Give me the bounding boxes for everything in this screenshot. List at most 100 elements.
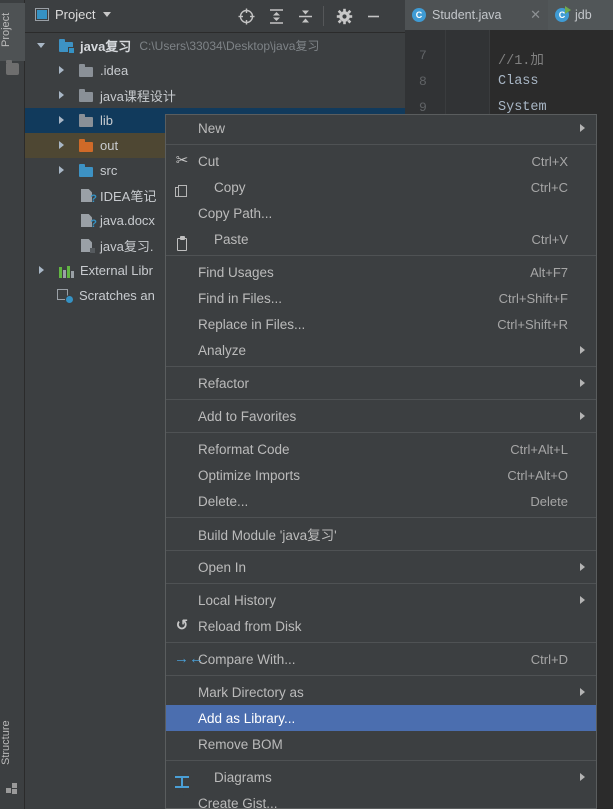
menu-item-label: Open In bbox=[198, 560, 246, 575]
menu-separator bbox=[166, 399, 596, 400]
github-icon bbox=[174, 796, 190, 809]
archive-file-icon bbox=[81, 238, 94, 253]
menu-item-open-in[interactable]: Open In bbox=[166, 554, 596, 580]
folder-icon bbox=[79, 90, 94, 102]
editor-tab-label: Student.java bbox=[432, 8, 502, 22]
menu-item-label: Find Usages bbox=[198, 265, 274, 280]
diagram-icon bbox=[174, 774, 190, 790]
menu-item-find-usages[interactable]: Find Usages Alt+F7 bbox=[166, 259, 596, 285]
menu-item-delete[interactable]: Delete... Delete bbox=[166, 488, 596, 514]
code-line: Class bbox=[498, 74, 539, 89]
menu-item-replace-in-files[interactable]: Replace in Files... Ctrl+Shift+R bbox=[166, 311, 596, 337]
library-icon bbox=[59, 264, 74, 278]
expand-all-icon[interactable] bbox=[268, 8, 285, 25]
menu-item-analyze[interactable]: Analyze bbox=[166, 337, 596, 363]
tree-node-label: Scratches an bbox=[79, 288, 155, 303]
submenu-arrow-icon bbox=[580, 379, 585, 387]
submenu-arrow-icon bbox=[580, 346, 585, 354]
close-icon[interactable]: ✕ bbox=[530, 7, 541, 23]
editor-tab-student-java[interactable]: C Student.java ✕ bbox=[405, 0, 548, 30]
menu-item-shortcut: Delete bbox=[530, 494, 568, 509]
chevron-right-icon[interactable] bbox=[57, 116, 66, 125]
tool-window-tab-project[interactable]: Project bbox=[0, 3, 25, 61]
menu-item-find-in-files[interactable]: Find in Files... Ctrl+Shift+F bbox=[166, 285, 596, 311]
source-folder-icon bbox=[79, 165, 94, 177]
menu-item-shortcut: Ctrl+V bbox=[532, 232, 568, 247]
menu-separator bbox=[166, 642, 596, 643]
menu-separator bbox=[166, 583, 596, 584]
editor-tab-bar: C Student.java ✕ C jdb bbox=[405, 0, 613, 30]
structure-icon[interactable] bbox=[6, 783, 19, 795]
menu-item-label: Refactor bbox=[198, 376, 249, 391]
project-window-icon bbox=[35, 8, 49, 21]
tree-node-label: out bbox=[100, 138, 118, 153]
menu-item-label: Local History bbox=[198, 593, 276, 608]
chevron-right-icon[interactable] bbox=[57, 66, 66, 75]
menu-item-label: Mark Directory as bbox=[198, 685, 304, 700]
unknown-file-icon: ? bbox=[81, 188, 94, 203]
menu-item-build-module[interactable]: Build Module 'java复习' bbox=[166, 521, 596, 547]
submenu-arrow-icon bbox=[580, 773, 585, 781]
menu-item-refactor[interactable]: Refactor bbox=[166, 370, 596, 396]
menu-separator bbox=[166, 550, 596, 551]
line-number: 7 bbox=[419, 48, 427, 63]
folder-icon bbox=[6, 63, 19, 75]
menu-item-compare-with[interactable]: →← Compare With... Ctrl+D bbox=[166, 646, 596, 672]
menu-item-label: Compare With... bbox=[198, 652, 296, 667]
tool-window-tab-structure[interactable]: Structure bbox=[0, 711, 25, 775]
gear-icon[interactable] bbox=[336, 8, 353, 25]
tree-node-label: src bbox=[100, 163, 117, 178]
menu-item-local-history[interactable]: Local History bbox=[166, 587, 596, 613]
chevron-down-icon[interactable] bbox=[103, 12, 111, 17]
menu-separator bbox=[166, 517, 596, 518]
locate-icon[interactable] bbox=[238, 8, 255, 25]
menu-item-label: Remove BOM bbox=[198, 737, 283, 752]
folder-icon bbox=[79, 115, 94, 127]
tree-node-java-course[interactable]: java课程设计 bbox=[25, 83, 405, 108]
collapse-all-icon[interactable] bbox=[297, 8, 314, 25]
menu-item-optimize-imports[interactable]: Optimize Imports Ctrl+Alt+O bbox=[166, 462, 596, 488]
toolbar-divider bbox=[323, 6, 324, 26]
menu-item-reformat-code[interactable]: Reformat Code Ctrl+Alt+L bbox=[166, 436, 596, 462]
paste-icon bbox=[174, 236, 190, 252]
submenu-arrow-icon bbox=[580, 124, 585, 132]
project-title-box[interactable]: Project bbox=[35, 7, 111, 22]
menu-item-copy[interactable]: Copy Ctrl+C bbox=[166, 174, 596, 200]
menu-item-label: Reformat Code bbox=[198, 442, 290, 457]
tree-node-root[interactable]: java复习 C:\Users\33034\Desktop\java复习 bbox=[25, 33, 405, 58]
line-number: 8 bbox=[419, 74, 427, 89]
code-line: System bbox=[498, 100, 547, 115]
menu-item-add-as-library[interactable]: Add as Library... bbox=[166, 705, 596, 731]
line-number: 9 bbox=[419, 100, 427, 115]
menu-item-label: Replace in Files... bbox=[198, 317, 305, 332]
menu-separator bbox=[166, 144, 596, 145]
tree-node-label: java课程设计 bbox=[100, 86, 176, 105]
menu-item-cut[interactable]: ✂ Cut Ctrl+X bbox=[166, 148, 596, 174]
menu-item-new[interactable]: New bbox=[166, 115, 596, 141]
chevron-right-icon[interactable] bbox=[57, 166, 66, 175]
chevron-right-icon[interactable] bbox=[57, 91, 66, 100]
folder-icon bbox=[79, 65, 94, 77]
menu-item-reload-from-disk[interactable]: ↺ Reload from Disk bbox=[166, 613, 596, 639]
menu-item-label: Copy bbox=[214, 180, 246, 195]
context-menu[interactable]: New ✂ Cut Ctrl+X Copy Ctrl+C Copy Path..… bbox=[165, 114, 597, 809]
minimize-icon[interactable] bbox=[365, 8, 382, 25]
menu-item-create-gist[interactable]: Create Gist... bbox=[166, 790, 596, 809]
java-class-icon: C bbox=[412, 8, 426, 22]
tree-node-idea[interactable]: .idea bbox=[25, 58, 405, 83]
menu-item-add-to-favorites[interactable]: Add to Favorites bbox=[166, 403, 596, 429]
menu-item-diagrams[interactable]: Diagrams bbox=[166, 764, 596, 790]
scratches-icon bbox=[57, 289, 73, 303]
chevron-right-icon[interactable] bbox=[37, 266, 46, 275]
menu-item-copy-path[interactable]: Copy Path... bbox=[166, 200, 596, 226]
menu-item-label: Add to Favorites bbox=[198, 409, 296, 424]
menu-item-mark-directory-as[interactable]: Mark Directory as bbox=[166, 679, 596, 705]
menu-item-remove-bom[interactable]: Remove BOM bbox=[166, 731, 596, 757]
menu-separator bbox=[166, 366, 596, 367]
chevron-down-icon[interactable] bbox=[37, 41, 46, 50]
menu-item-label: Optimize Imports bbox=[198, 468, 300, 483]
editor-tab-jdb[interactable]: C jdb bbox=[548, 0, 613, 30]
chevron-right-icon[interactable] bbox=[57, 141, 66, 150]
menu-item-label: Reload from Disk bbox=[198, 619, 302, 634]
menu-item-paste[interactable]: Paste Ctrl+V bbox=[166, 226, 596, 252]
